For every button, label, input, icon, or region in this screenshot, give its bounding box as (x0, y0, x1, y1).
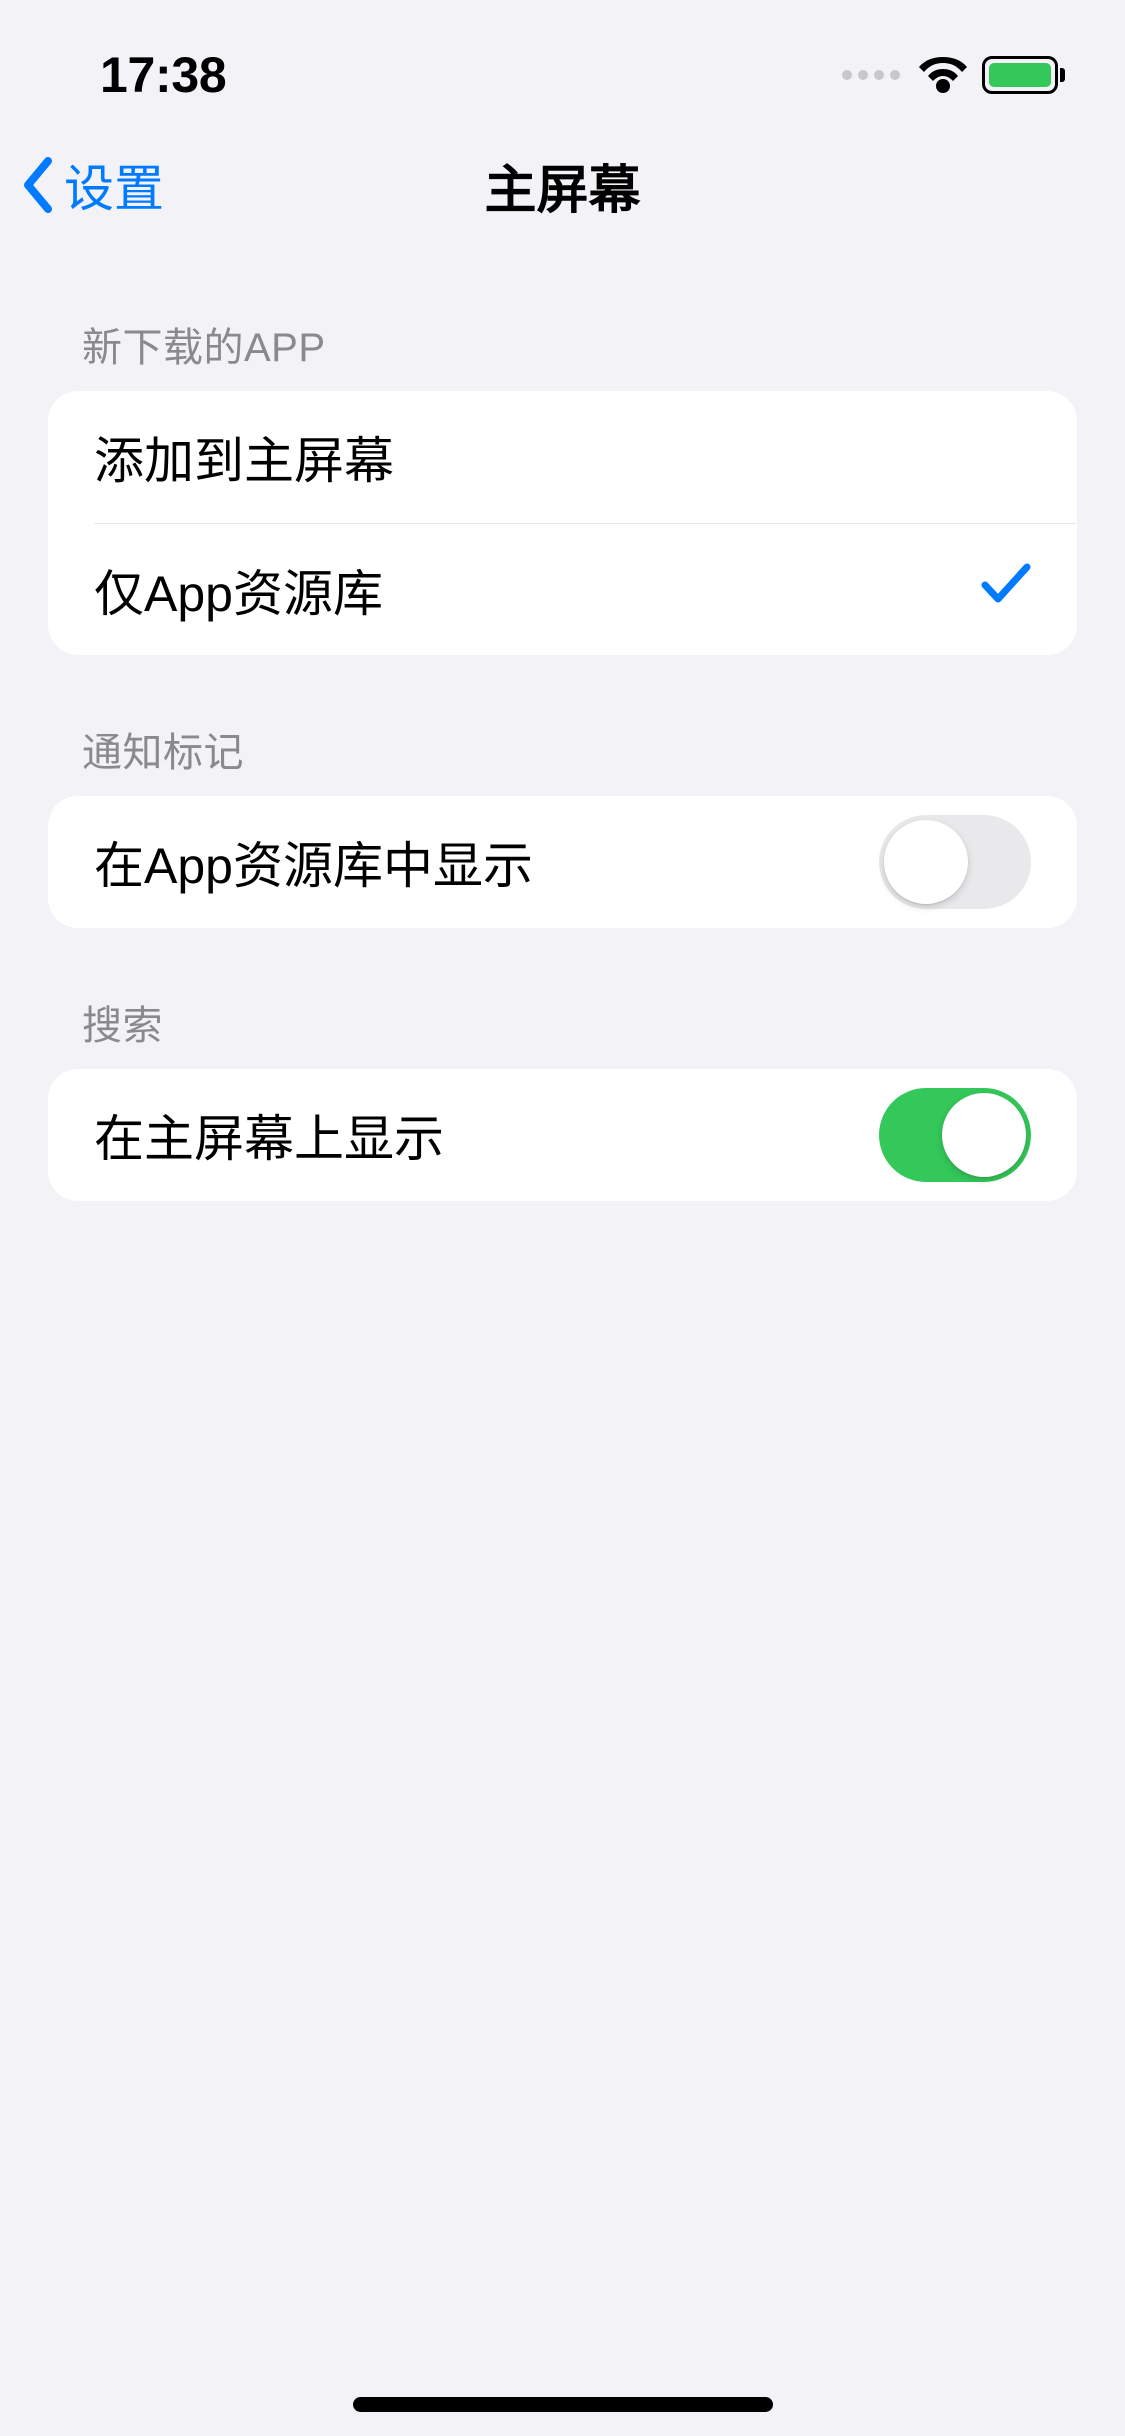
section-header-new-apps: 新下载的APP (48, 250, 1077, 391)
option-add-to-home[interactable]: 添加到主屏幕 (48, 391, 1077, 523)
back-label: 设置 (64, 149, 164, 221)
status-right (842, 56, 1065, 94)
nav-bar: 设置 主屏幕 (0, 120, 1125, 250)
back-button[interactable]: 设置 (20, 149, 164, 221)
status-bar: 17:38 (0, 0, 1125, 120)
battery-icon (982, 56, 1065, 94)
section-header-badges: 通知标记 (48, 655, 1077, 796)
group-search: 在主屏幕上显示 (48, 1069, 1077, 1201)
row-show-in-app-library: 在App资源库中显示 (48, 796, 1077, 928)
cellular-dots-icon (842, 70, 900, 80)
row-show-on-home: 在主屏幕上显示 (48, 1069, 1077, 1201)
row-label: 在App资源库中显示 (94, 826, 533, 898)
chevron-left-icon (20, 155, 56, 215)
option-label: 仅App资源库 (94, 554, 383, 626)
section-header-search: 搜索 (48, 928, 1077, 1069)
toggle-show-in-app-library[interactable] (879, 815, 1031, 909)
status-time: 17:38 (100, 46, 226, 104)
option-label: 添加到主屏幕 (94, 421, 394, 493)
toggle-show-on-home[interactable] (879, 1088, 1031, 1182)
wifi-icon (918, 57, 968, 93)
option-app-library-only[interactable]: 仅App资源库 (48, 523, 1077, 655)
group-badges: 在App资源库中显示 (48, 796, 1077, 928)
row-label: 在主屏幕上显示 (94, 1099, 444, 1171)
group-new-apps: 添加到主屏幕 仅App资源库 (48, 391, 1077, 655)
home-indicator[interactable] (353, 2397, 773, 2412)
page-title: 主屏幕 (484, 148, 640, 223)
checkmark-icon (981, 561, 1031, 619)
content: 新下载的APP 添加到主屏幕 仅App资源库 通知标记 在App资源库中显示 搜… (0, 250, 1125, 1201)
